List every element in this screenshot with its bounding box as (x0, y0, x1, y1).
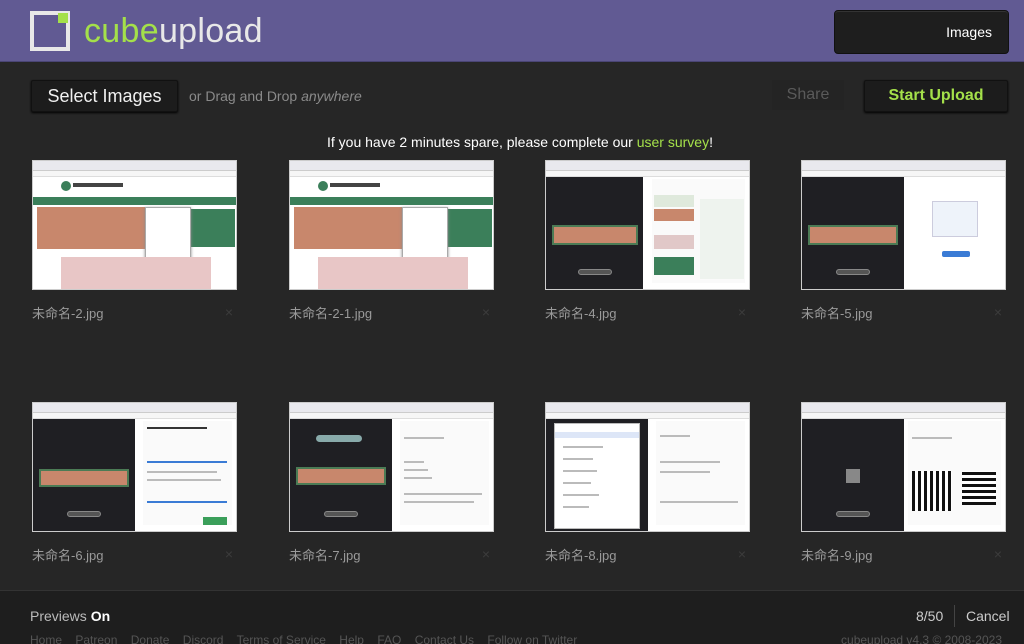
cancel-button[interactable]: Cancel (966, 608, 1010, 624)
drag-drop-prefix: or Drag and Drop (189, 88, 298, 104)
image-thumbnail[interactable] (545, 402, 750, 532)
image-thumbnail[interactable] (32, 402, 237, 532)
image-thumbnail[interactable] (32, 160, 237, 290)
logo-text-cube: cube (84, 12, 159, 50)
remove-image-icon[interactable]: × (738, 304, 746, 320)
image-filename: 未命名-7.jpg (289, 548, 361, 563)
image-card: 未命名-2.jpg × (32, 160, 237, 321)
image-filename: 未命名-2-1.jpg (289, 306, 373, 321)
image-filename: 未命名-9.jpg (801, 548, 873, 563)
image-filename: 未命名-5.jpg (801, 306, 873, 321)
image-thumbnail[interactable] (289, 160, 494, 290)
image-card: 未命名-4.jpg × (545, 160, 750, 321)
nav-images-button[interactable]: Images (834, 10, 1009, 54)
remove-image-icon[interactable]: × (482, 304, 490, 320)
upload-footer: Previews On 8/50 Cancel Home Patreon Don… (0, 590, 1024, 644)
image-filename: 未命名-6.jpg (32, 548, 104, 563)
start-upload-button[interactable]: Start Upload (864, 80, 1008, 112)
survey-suffix: ! (709, 134, 713, 150)
previews-label: Previews (30, 608, 87, 624)
user-survey-link[interactable]: user survey (637, 134, 709, 150)
footer-link-faq[interactable]: FAQ (377, 633, 401, 644)
site-header: cubeupload Images (0, 0, 1024, 62)
footer-divider (954, 605, 955, 627)
image-filename: 未命名-2.jpg (32, 306, 104, 321)
image-card: 未命名-8.jpg × (545, 402, 750, 563)
footer-link-donate[interactable]: Donate (131, 633, 170, 644)
remove-image-icon[interactable]: × (225, 304, 233, 320)
copyright-text: cubeupload v4.3 © 2008-2023 (841, 633, 1002, 644)
upload-count: 8/50 (916, 608, 944, 624)
drag-drop-hint: or Drag and Drop anywhere (189, 88, 362, 104)
footer-links: Home Patreon Donate Discord Terms of Ser… (30, 633, 587, 644)
logo-square-icon (28, 9, 72, 53)
image-card: 未命名-7.jpg × (289, 402, 494, 563)
remove-image-icon[interactable]: × (482, 546, 490, 562)
cubeupload-logo[interactable]: cubeupload (28, 9, 263, 53)
footer-link-twitter[interactable]: Follow on Twitter (487, 633, 577, 644)
image-card: 未命名-6.jpg × (32, 402, 237, 563)
image-filename: 未命名-4.jpg (545, 306, 617, 321)
survey-text: If you have 2 minutes spare, please comp… (327, 134, 633, 150)
image-card: 未命名-2-1.jpg × (289, 160, 494, 321)
share-button[interactable]: Share (772, 80, 844, 110)
image-thumbnail[interactable] (545, 160, 750, 290)
footer-link-contact[interactable]: Contact Us (415, 633, 474, 644)
image-thumbnail[interactable] (801, 402, 1006, 532)
footer-link-terms[interactable]: Terms of Service (237, 633, 326, 644)
footer-link-help[interactable]: Help (339, 633, 364, 644)
footer-link-patreon[interactable]: Patreon (75, 633, 117, 644)
image-card: 未命名-9.jpg × (801, 402, 1006, 563)
image-filename: 未命名-8.jpg (545, 548, 617, 563)
select-images-button[interactable]: Select Images (31, 80, 178, 112)
survey-banner: If you have 2 minutes spare, please comp… (0, 134, 1024, 150)
remove-image-icon[interactable]: × (994, 304, 1002, 320)
previews-state: On (90, 608, 111, 624)
remove-image-icon[interactable]: × (225, 546, 233, 562)
image-card: 未命名-5.jpg × (801, 160, 1006, 321)
previews-toggle[interactable]: Previews On (30, 608, 110, 624)
upload-toolbar: Select Images or Drag and Drop anywhere … (0, 80, 1024, 114)
drag-drop-anywhere: anywhere (301, 88, 362, 104)
image-thumbnail[interactable] (801, 160, 1006, 290)
logo-text-upload: upload (158, 12, 263, 50)
footer-link-home[interactable]: Home (30, 633, 62, 644)
remove-image-icon[interactable]: × (994, 546, 1002, 562)
footer-link-discord[interactable]: Discord (183, 633, 224, 644)
remove-image-icon[interactable]: × (738, 546, 746, 562)
image-thumbnail[interactable] (289, 402, 494, 532)
